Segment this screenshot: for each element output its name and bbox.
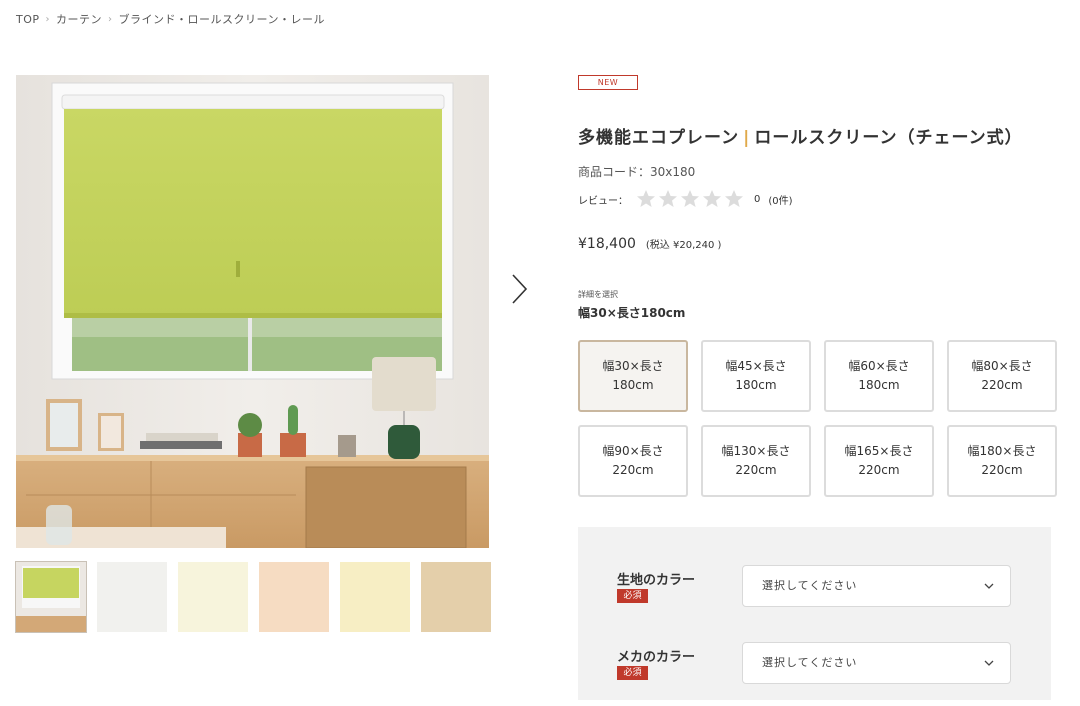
title-separator: | [743, 128, 751, 148]
option-caption: 詳細を選択 [578, 290, 618, 299]
main-product-image[interactable] [16, 75, 489, 548]
size-option-label: 幅45×長さ180cm [725, 359, 787, 392]
thumbnail-swatch[interactable] [340, 562, 410, 632]
thumbnail-swatch[interactable] [178, 562, 248, 632]
product-title-type: ロールスクリーン（チェーン式） [754, 128, 1023, 148]
selected-size-label: 幅30×長さ180cm [578, 306, 686, 320]
price-value: ¥18,400 [578, 236, 636, 252]
star-icon [725, 190, 743, 207]
chevron-down-icon [984, 583, 994, 589]
mechanism-color-label: メカのカラー [617, 650, 696, 665]
fabric-color-select[interactable]: 選択してください [742, 565, 1011, 607]
review-label: レビュー： [578, 195, 628, 207]
size-option[interactable]: 幅60×長さ180cm [824, 340, 934, 412]
product-title-series: 多機能エコプレーン [578, 128, 740, 148]
thumbnail-room-image [16, 562, 86, 632]
size-option[interactable]: 幅165×長さ220cm [824, 425, 934, 497]
mechanism-color-select[interactable]: 選択してください [742, 642, 1011, 684]
size-option-label: 幅80×長さ220cm [971, 359, 1033, 392]
mechanism-color-placeholder: 選択してください [762, 656, 858, 669]
size-option[interactable]: 幅45×長さ180cm [701, 340, 811, 412]
thumbnail-room[interactable] [15, 561, 87, 633]
size-option-label: 幅180×長さ220cm [967, 444, 1037, 477]
review-summary: レビュー： 0 (0件) [578, 189, 793, 209]
price: ¥18,400 (税込 ¥20,240 ) [578, 236, 721, 252]
price-tax-included: (税込 ¥20,240 ) [645, 240, 722, 251]
product-title: 多機能エコプレーン | ロールスクリーン（チェーン式） [578, 123, 1023, 148]
breadcrumb-curtain-link[interactable]: カーテン [56, 11, 102, 27]
size-option[interactable]: 幅30×長さ180cm [578, 340, 688, 412]
review-count: 0 [754, 193, 761, 205]
rating-stars[interactable] [636, 189, 744, 209]
thumbnail-swatch[interactable] [421, 562, 491, 632]
thumbnail-swatch[interactable] [97, 562, 167, 632]
star-icon [659, 190, 677, 207]
breadcrumb-current[interactable]: ブラインド・ロールスクリーン・レール [119, 11, 325, 27]
size-option-label: 幅60×長さ180cm [848, 359, 910, 392]
star-icon [703, 190, 721, 207]
size-options: 幅30×長さ180cm 幅45×長さ180cm 幅60×長さ180cm 幅80×… [578, 340, 1059, 497]
required-badge: 必須 [617, 589, 648, 603]
breadcrumb: TOP › カーテン › ブラインド・ロールスクリーン・レール [16, 11, 325, 27]
size-option[interactable]: 幅180×長さ220cm [947, 425, 1057, 497]
size-option-label: 幅130×長さ220cm [721, 444, 791, 477]
next-image-arrow-icon[interactable] [505, 272, 535, 306]
breadcrumb-top-link[interactable]: TOP [16, 13, 40, 26]
size-option[interactable]: 幅80×長さ220cm [947, 340, 1057, 412]
size-option-label: 幅30×長さ180cm [602, 359, 664, 392]
size-option[interactable]: 幅130×長さ220cm [701, 425, 811, 497]
required-badge: 必須 [617, 666, 648, 680]
breadcrumb-separator: › [45, 13, 51, 25]
room-illustration [16, 75, 489, 548]
thumbnail-swatch[interactable] [259, 562, 329, 632]
color-select-panel: 生地のカラー 必須 選択してください メカのカラー 必須 選択してください [578, 527, 1051, 700]
size-option-label: 幅90×長さ220cm [602, 444, 664, 477]
size-option-label: 幅165×長さ220cm [844, 444, 914, 477]
star-icon [681, 190, 699, 207]
new-badge: NEW [578, 75, 638, 90]
breadcrumb-separator: › [108, 13, 113, 25]
star-icon [637, 190, 655, 207]
size-option[interactable]: 幅90×長さ220cm [578, 425, 688, 497]
fabric-color-placeholder: 選択してください [762, 579, 858, 592]
product-code: 商品コード：30x180 [578, 165, 696, 179]
chevron-down-icon [984, 660, 994, 666]
thumbnail-list [15, 561, 491, 633]
fabric-color-label: 生地のカラー [617, 573, 696, 588]
review-count-link[interactable]: (0件) [768, 192, 792, 207]
